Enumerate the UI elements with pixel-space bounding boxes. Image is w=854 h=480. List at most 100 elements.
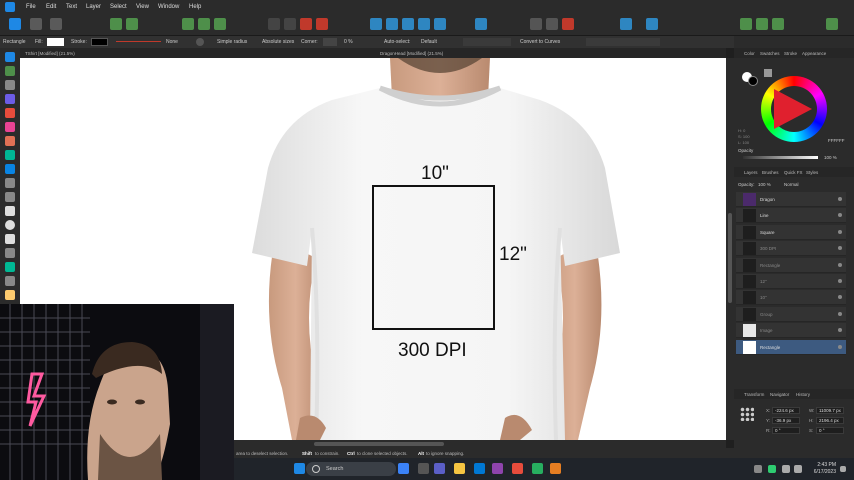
stroke-settings-icon[interactable] bbox=[196, 38, 204, 46]
move-tool-icon[interactable] bbox=[5, 52, 15, 62]
layer-visibility-icon[interactable] bbox=[838, 246, 842, 251]
order-forward-icon[interactable] bbox=[284, 18, 296, 30]
order-back-icon[interactable] bbox=[268, 18, 280, 30]
boolean-add-icon[interactable] bbox=[740, 18, 752, 30]
corner-type-dropdown[interactable] bbox=[323, 38, 337, 46]
tab-history[interactable]: History bbox=[796, 392, 810, 397]
auto-select-dropdown[interactable]: Default bbox=[421, 39, 437, 45]
layer-row[interactable]: 300 DPI bbox=[736, 241, 846, 257]
x-field[interactable]: -224.6 px bbox=[772, 407, 800, 414]
tab-color[interactable]: Color bbox=[744, 51, 755, 56]
chrome-icon[interactable] bbox=[532, 463, 543, 474]
layer-visibility-icon[interactable] bbox=[838, 311, 842, 316]
volume-icon[interactable] bbox=[794, 465, 802, 473]
chat-icon[interactable] bbox=[434, 463, 445, 474]
layer-visibility-icon[interactable] bbox=[838, 229, 842, 234]
layer-visibility-icon[interactable] bbox=[838, 197, 842, 201]
scrollbar-thumb[interactable] bbox=[728, 213, 732, 303]
file-explorer-icon[interactable] bbox=[454, 463, 465, 474]
vertical-scrollbar[interactable] bbox=[726, 58, 734, 440]
scrollbar-thumb[interactable] bbox=[314, 442, 444, 446]
shear-field[interactable]: 0 ° bbox=[816, 427, 844, 434]
tab-swatches[interactable]: Swatches bbox=[760, 51, 780, 56]
tab-stroke[interactable]: Stroke bbox=[784, 51, 797, 56]
artboard-tool-icon[interactable] bbox=[5, 66, 15, 76]
tab-transform[interactable]: Transform bbox=[744, 392, 764, 397]
menu-help[interactable]: Help bbox=[189, 4, 201, 10]
distribute-icon[interactable] bbox=[475, 18, 487, 30]
affinity-photo-icon[interactable] bbox=[492, 463, 503, 474]
wifi-icon[interactable] bbox=[782, 465, 790, 473]
menu-edit[interactable]: Edit bbox=[46, 4, 56, 10]
color-triangle[interactable] bbox=[774, 89, 812, 129]
geometry-icon[interactable] bbox=[562, 18, 574, 30]
tab-brushes[interactable]: Brushes bbox=[762, 170, 779, 175]
layer-row[interactable]: Square bbox=[736, 224, 846, 240]
pencil-tool-icon[interactable] bbox=[5, 122, 15, 132]
fill-tool-icon[interactable] bbox=[5, 150, 15, 160]
horizontal-scrollbar[interactable] bbox=[234, 440, 726, 448]
eyedropper-tool-icon[interactable] bbox=[5, 262, 15, 272]
boolean-icon[interactable] bbox=[316, 18, 328, 30]
layer-visibility-icon[interactable] bbox=[838, 213, 842, 218]
blend-mode-dropdown[interactable]: Normal bbox=[784, 182, 799, 187]
layer-visibility-icon[interactable] bbox=[838, 295, 842, 300]
absolute-sizes-checkbox[interactable]: Absolute sizes bbox=[262, 39, 294, 45]
point-transform-tool-icon[interactable] bbox=[5, 94, 15, 104]
insert-target-icon[interactable] bbox=[530, 18, 542, 30]
notifications-icon[interactable] bbox=[840, 466, 846, 472]
tab-styles[interactable]: Styles bbox=[806, 170, 818, 175]
tab-navigator[interactable]: Navigator bbox=[770, 392, 789, 397]
height-label[interactable]: 12" bbox=[499, 244, 527, 266]
width-label[interactable]: 10" bbox=[421, 163, 449, 185]
eyedropper-icon[interactable] bbox=[764, 69, 772, 77]
convert-to-curves-button[interactable]: Convert to Curves bbox=[520, 39, 560, 45]
delete-icon[interactable] bbox=[300, 18, 312, 30]
designer-persona-icon[interactable] bbox=[9, 18, 21, 30]
taskbar-search[interactable]: Search bbox=[306, 462, 396, 476]
affinity-publisher-icon[interactable] bbox=[512, 463, 523, 474]
layer-row[interactable]: Group bbox=[736, 306, 846, 322]
layer-visibility-icon[interactable] bbox=[838, 328, 842, 333]
zoom-tool-icon[interactable] bbox=[5, 276, 15, 286]
edge-icon[interactable] bbox=[474, 463, 485, 474]
layer-row[interactable]: Dragon bbox=[736, 192, 846, 207]
w-field[interactable]: 11009.7 px bbox=[816, 407, 844, 414]
menu-view[interactable]: View bbox=[136, 4, 149, 10]
stroke-width-slider[interactable] bbox=[116, 41, 161, 42]
view-mode-icon[interactable] bbox=[182, 18, 194, 30]
place-image-tool-icon[interactable] bbox=[5, 192, 15, 202]
flip-horizontal-icon[interactable] bbox=[620, 18, 632, 30]
tray-chevron-icon[interactable] bbox=[754, 465, 762, 473]
stroke-swatch[interactable] bbox=[91, 38, 108, 46]
task-view-icon[interactable] bbox=[418, 463, 429, 474]
start-button-icon[interactable] bbox=[294, 463, 305, 474]
color-wheel[interactable] bbox=[761, 76, 827, 142]
layer-row[interactable]: Image bbox=[736, 323, 846, 339]
tab-quick-fx[interactable]: Quick FX bbox=[784, 170, 803, 175]
align-left-icon[interactable] bbox=[370, 18, 382, 30]
widgets-icon[interactable] bbox=[398, 463, 409, 474]
layer-opacity-value[interactable]: 100 % bbox=[758, 182, 771, 187]
menu-select[interactable]: Select bbox=[110, 4, 127, 10]
rotation-field[interactable]: 0 ° bbox=[772, 427, 800, 434]
text-align-buttons-group[interactable] bbox=[586, 38, 660, 46]
flip-vertical-icon[interactable] bbox=[646, 18, 658, 30]
insert-inside-icon[interactable] bbox=[546, 18, 558, 30]
text-tool-icon[interactable] bbox=[5, 248, 15, 258]
layer-visibility-icon[interactable] bbox=[838, 262, 842, 267]
taskbar-clock[interactable]: 2:43 PM 6/17/2023 bbox=[814, 462, 836, 476]
user-account-icon[interactable] bbox=[826, 18, 838, 30]
tab-tshirt[interactable]: TShirt [Modified] (21.5%) bbox=[25, 51, 75, 56]
opacity-slider[interactable] bbox=[743, 156, 818, 159]
h-field[interactable]: 2196.4 px bbox=[816, 417, 844, 424]
layer-row[interactable]: Line bbox=[736, 208, 846, 224]
y-field[interactable]: -36.9 px bbox=[772, 417, 800, 424]
menu-file[interactable]: File bbox=[26, 4, 36, 10]
corner-value[interactable]: 0 % bbox=[344, 39, 353, 45]
tab-layers[interactable]: Layers bbox=[744, 170, 758, 175]
shape-tool-icon[interactable] bbox=[5, 234, 15, 244]
outline-view-icon[interactable] bbox=[198, 18, 210, 30]
pixel-persona-icon[interactable] bbox=[30, 18, 42, 30]
align-middle-icon[interactable] bbox=[434, 18, 446, 30]
